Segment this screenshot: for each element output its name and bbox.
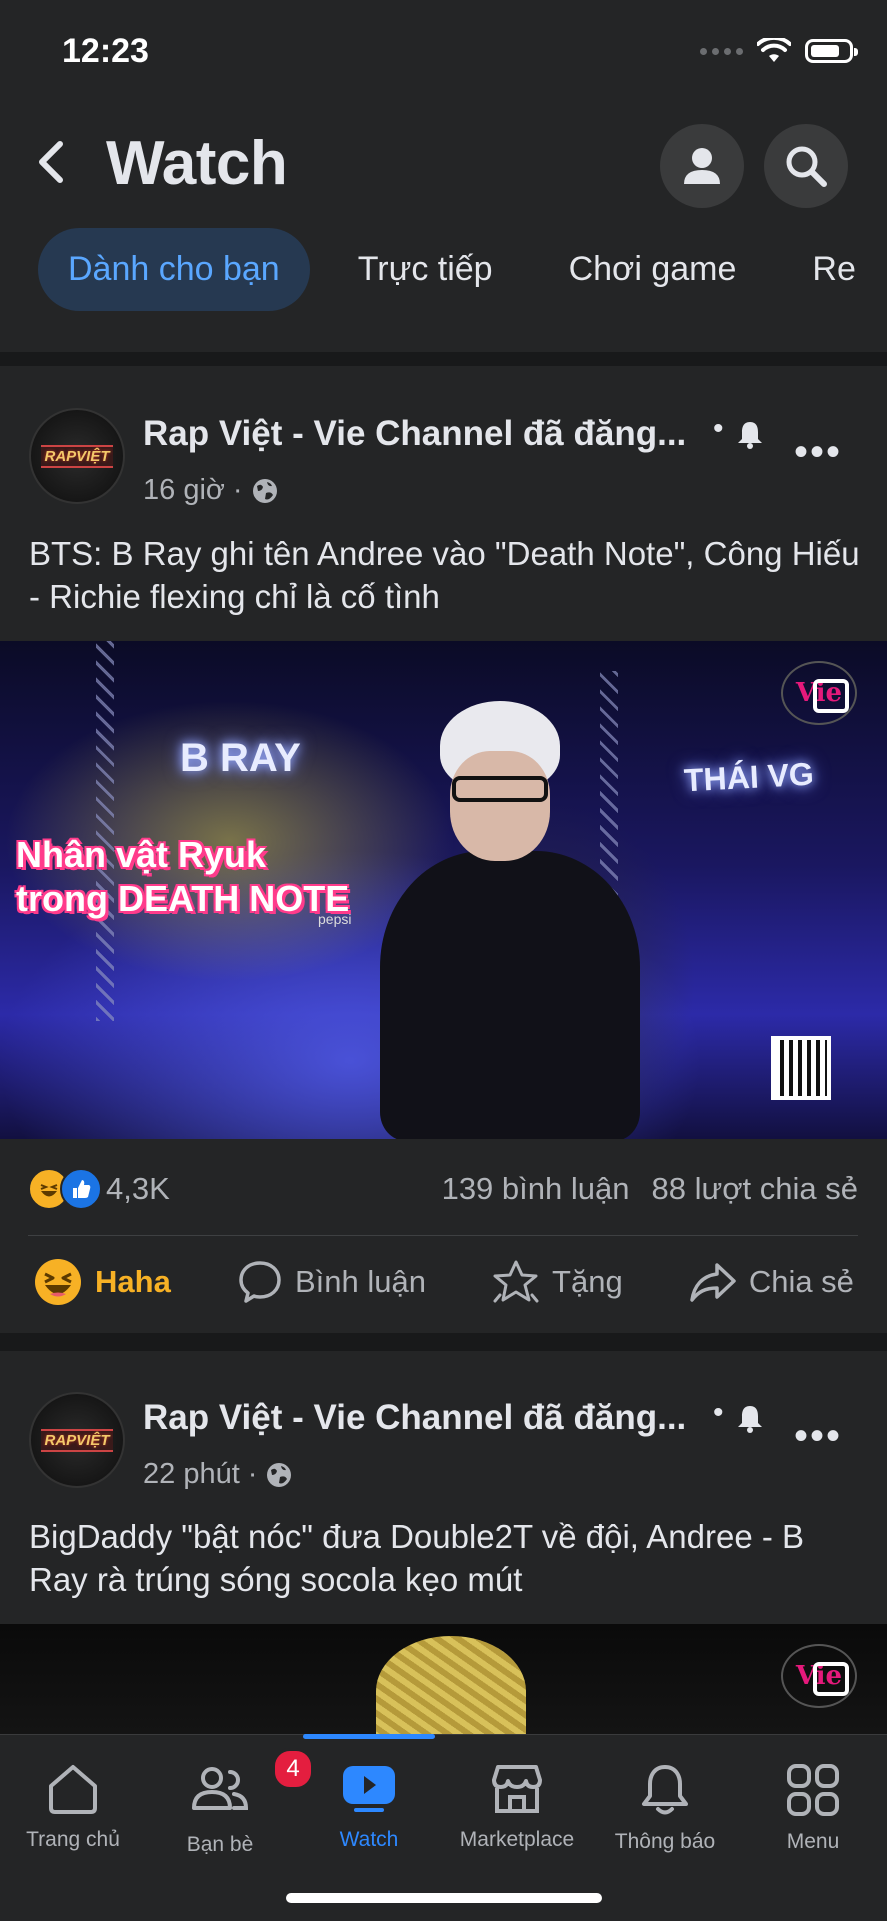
bell-icon[interactable] bbox=[736, 420, 764, 450]
post-meta: 16 giờ · bbox=[143, 474, 279, 507]
person-icon bbox=[684, 148, 720, 184]
comment-button[interactable]: Bình luận bbox=[237, 1259, 426, 1305]
star-gift-icon bbox=[493, 1260, 539, 1303]
comment-icon bbox=[239, 1261, 281, 1303]
bell-icon[interactable] bbox=[736, 1404, 764, 1434]
battery-icon bbox=[805, 39, 858, 63]
cellular-signal-icon bbox=[700, 47, 743, 55]
reaction-count: 4,3K bbox=[106, 1171, 170, 1206]
search-button[interactable] bbox=[764, 124, 848, 208]
avatar[interactable]: RAPVIỆT bbox=[29, 1392, 125, 1488]
section-divider bbox=[0, 352, 887, 366]
post-author[interactable]: Rap Việt - Vie Channel đã đăng... bbox=[143, 1398, 686, 1438]
watch-icon bbox=[343, 1766, 395, 1812]
nav-notifications[interactable]: Thông báo bbox=[591, 1762, 739, 1854]
back-arrow-icon[interactable] bbox=[34, 140, 70, 184]
picture-in-picture-icon[interactable] bbox=[813, 679, 849, 713]
post-time: 16 giờ bbox=[143, 474, 225, 506]
tab-live[interactable]: Trực tiếp bbox=[358, 250, 493, 289]
wifi-icon bbox=[757, 38, 791, 62]
gift-button[interactable]: Tặng bbox=[492, 1259, 623, 1305]
post-divider bbox=[0, 1333, 887, 1351]
share-count[interactable]: 88 lượt chia sẻ bbox=[651, 1171, 858, 1206]
comment-count[interactable]: 139 bình luận bbox=[442, 1171, 630, 1206]
video-thumbnail[interactable]: Vie bbox=[0, 1624, 887, 1734]
neon-sign-right: THÁI VG bbox=[683, 755, 815, 799]
home-indicator[interactable] bbox=[286, 1893, 602, 1903]
post-stats: 4,3K 139 bình luận 88 lượt chia sẻ bbox=[28, 1168, 858, 1210]
profile-button[interactable] bbox=[660, 124, 744, 208]
tab-for-you[interactable]: Dành cho bạn bbox=[38, 228, 310, 311]
picture-in-picture-icon[interactable] bbox=[813, 1662, 849, 1696]
nav-marketplace[interactable]: Marketplace bbox=[443, 1762, 591, 1852]
tab-gaming[interactable]: Chơi game bbox=[569, 250, 737, 289]
watch-tabs: Dành cho bạn Trực tiếp Chơi game Re bbox=[38, 228, 887, 311]
marketplace-icon bbox=[492, 1765, 542, 1813]
separator-dot: • bbox=[713, 1396, 724, 1429]
react-button[interactable]: Haha bbox=[33, 1257, 171, 1307]
tab-more[interactable]: Re bbox=[812, 250, 855, 289]
post-text: BigDaddy "bật nóc" đưa Double2T về đội, … bbox=[29, 1518, 805, 1598]
avatar[interactable]: RAPVIỆT bbox=[29, 408, 125, 504]
haha-icon bbox=[35, 1259, 82, 1305]
like-reaction-icon bbox=[60, 1168, 102, 1210]
post-meta: 22 phút · bbox=[143, 1458, 293, 1491]
separator-dot: • bbox=[713, 412, 724, 445]
post-actions: Haha Bình luận Tặng Chia sẻ bbox=[0, 1240, 887, 1324]
status-indicators bbox=[700, 38, 858, 64]
page-title: Watch bbox=[106, 129, 288, 198]
post-author[interactable]: Rap Việt - Vie Channel đã đăng... bbox=[143, 414, 686, 454]
more-options-icon[interactable]: ••• bbox=[794, 1414, 842, 1459]
globe-icon bbox=[252, 478, 277, 503]
search-icon bbox=[786, 146, 827, 187]
nav-friends[interactable]: 4 Bạn bè bbox=[146, 1748, 314, 1857]
share-button[interactable]: Chia sẻ bbox=[689, 1261, 854, 1303]
globe-icon bbox=[267, 1462, 292, 1487]
post-time: 22 phút bbox=[143, 1458, 240, 1490]
reaction-summary[interactable]: 4,3K bbox=[28, 1168, 170, 1210]
nav-watch[interactable]: Watch bbox=[295, 1762, 443, 1852]
status-time: 12:23 bbox=[62, 32, 149, 70]
neon-sign-left: B RAY bbox=[180, 736, 301, 780]
menu-grid-icon bbox=[787, 1764, 839, 1816]
video-thumbnail[interactable]: B RAY THÁI VG pepsi Nhân vật Ryuk trong … bbox=[0, 641, 887, 1139]
nav-home[interactable]: Trang chủ bbox=[0, 1762, 147, 1852]
active-tab-indicator bbox=[303, 1734, 435, 1739]
more-options-icon[interactable]: ••• bbox=[794, 430, 842, 475]
video-overlay-caption: Nhân vật Ryuk trong DEATH NOTE bbox=[16, 834, 350, 919]
nav-menu[interactable]: Menu bbox=[739, 1762, 887, 1854]
friends-icon bbox=[192, 1767, 249, 1810]
home-icon bbox=[49, 1765, 97, 1814]
qr-code bbox=[771, 1036, 831, 1100]
share-arrow-icon bbox=[690, 1263, 736, 1302]
bell-icon bbox=[642, 1765, 688, 1815]
post-text: BTS: B Ray ghi tên Andree vào "Death Not… bbox=[29, 535, 860, 615]
stats-divider bbox=[28, 1235, 858, 1236]
